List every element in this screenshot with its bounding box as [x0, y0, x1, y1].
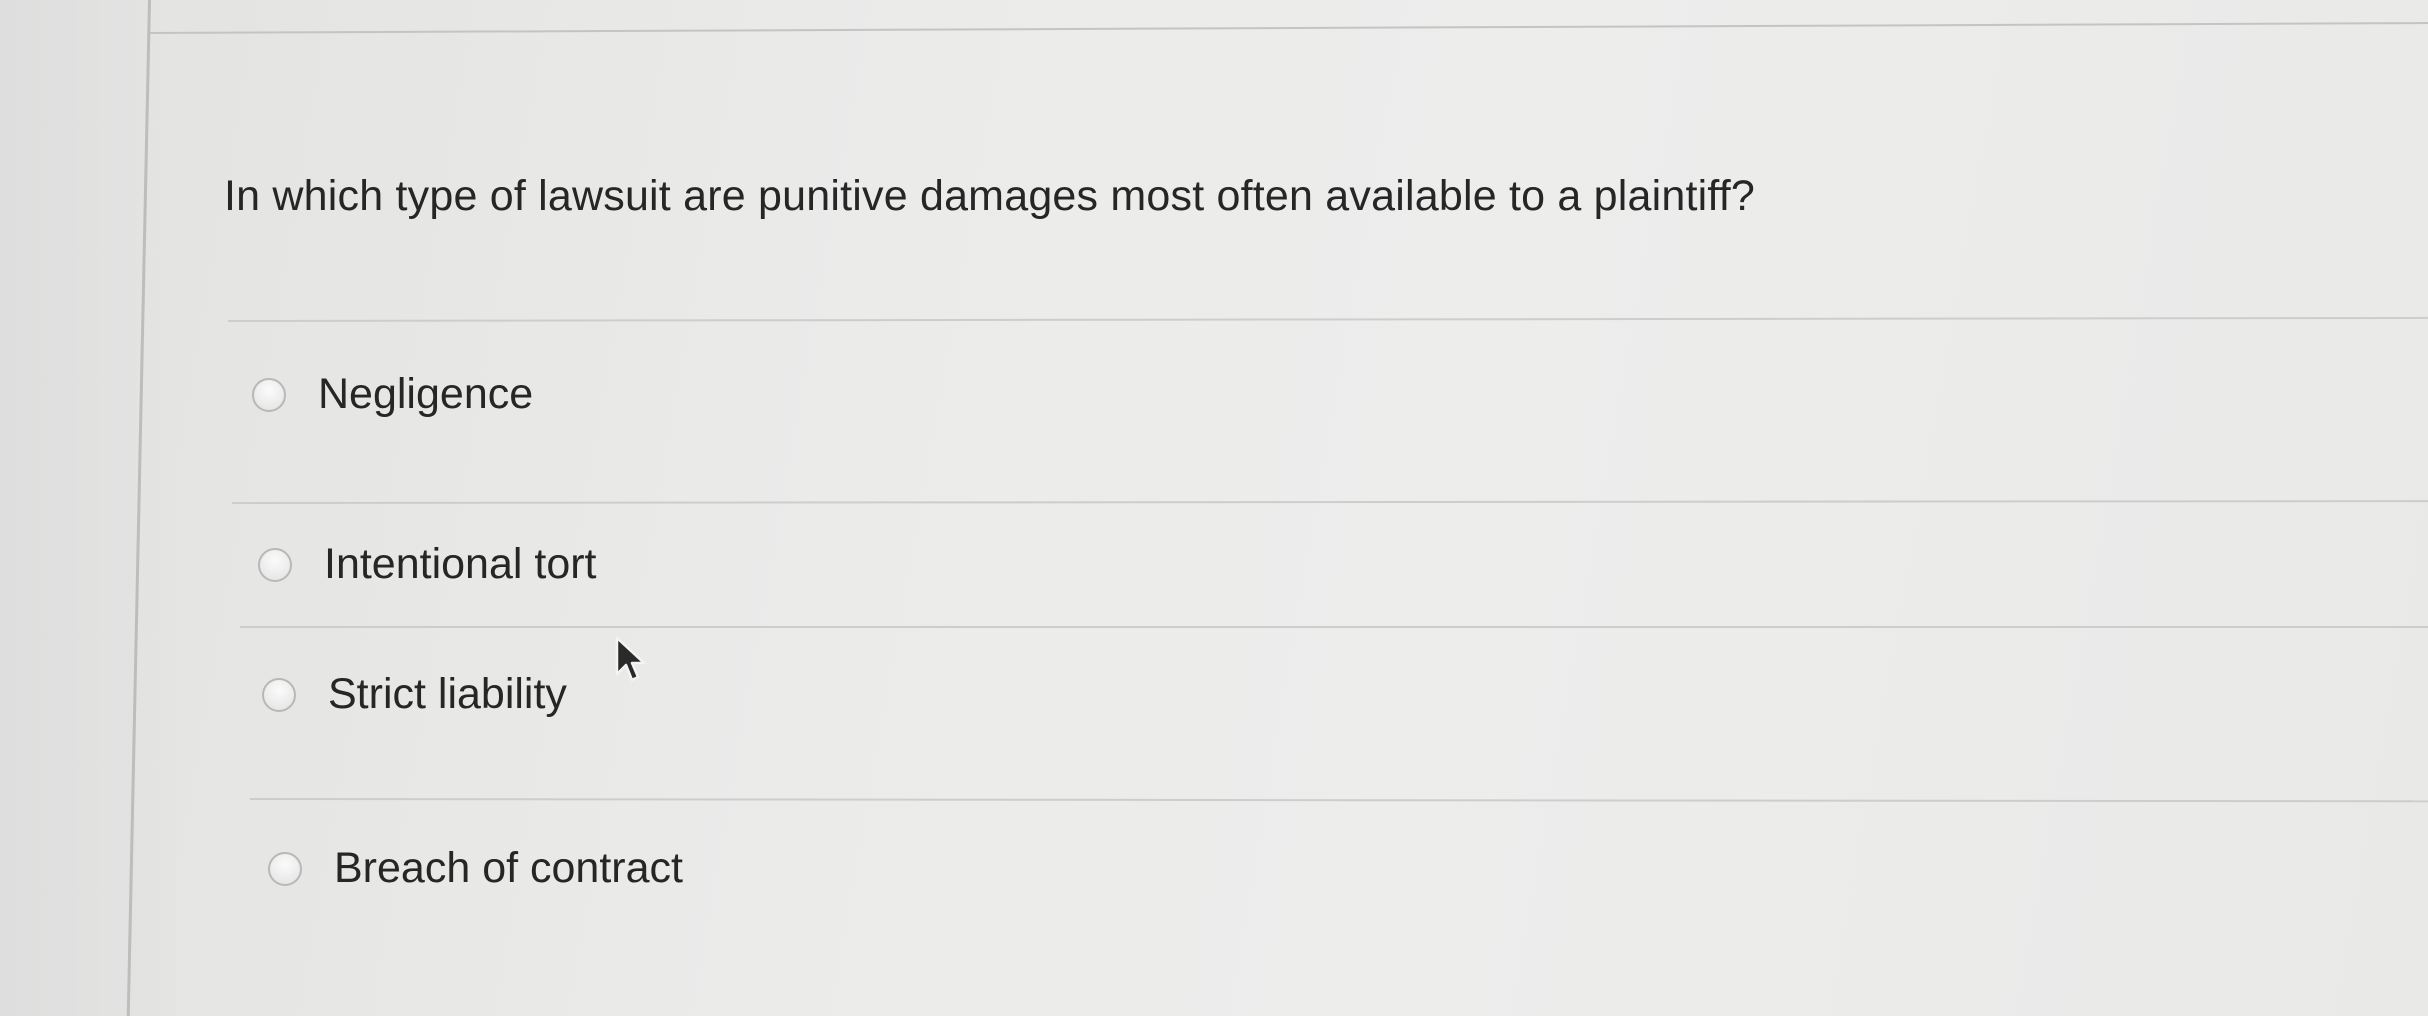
content-top-border [149, 22, 2428, 34]
option-strict-liability[interactable]: Strict liability [262, 670, 567, 719]
quiz-page: In which type of lawsuit are punitive da… [0, 0, 2428, 1016]
radio-unselected-icon[interactable] [252, 377, 286, 412]
left-margin [0, 0, 176, 1016]
option-label: Intentional tort [324, 540, 597, 588]
question-text: In which type of lawsuit are punitive da… [224, 172, 1756, 220]
option-label: Breach of contract [334, 844, 683, 892]
option-label: Strict liability [328, 670, 567, 718]
divider [227, 316, 2428, 322]
option-intentional-tort[interactable]: Intentional tort [258, 540, 597, 589]
divider [240, 626, 2428, 628]
option-negligence[interactable]: Negligence [252, 370, 533, 419]
mouse-pointer-icon [615, 636, 646, 682]
radio-unselected-icon[interactable] [268, 851, 302, 886]
divider [249, 798, 2428, 803]
radio-unselected-icon[interactable] [258, 547, 292, 582]
radio-unselected-icon[interactable] [262, 677, 296, 712]
divider [231, 500, 2428, 504]
option-label: Negligence [318, 370, 534, 418]
option-breach-of-contract[interactable]: Breach of contract [268, 844, 683, 893]
